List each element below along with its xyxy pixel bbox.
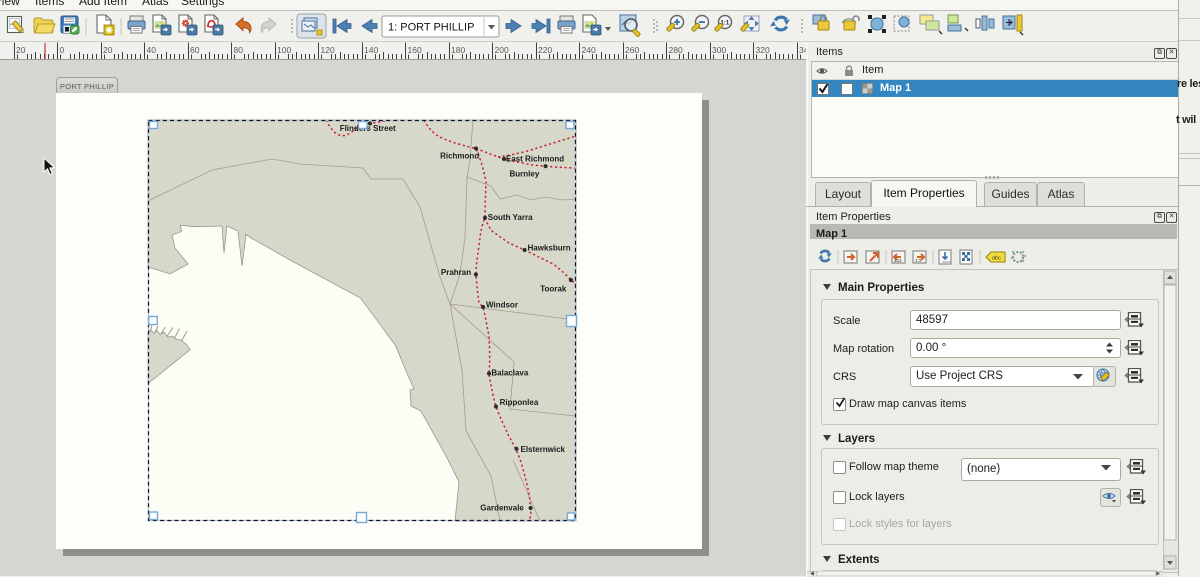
svg-text:100: 100 [277, 45, 291, 55]
svg-text:40: 40 [147, 45, 157, 55]
svg-text:123: 123 [894, 258, 902, 263]
svg-text:South Yarra: South Yarra [488, 213, 533, 222]
svg-text:180: 180 [451, 45, 465, 55]
svg-text:1: PORT PHILLIP: 1: PORT PHILLIP [388, 22, 474, 34]
svg-text:300: 300 [712, 45, 726, 55]
svg-text:Ripponlea: Ripponlea [500, 398, 539, 407]
svg-text:Toorak: Toorak [540, 285, 567, 294]
svg-text:320: 320 [756, 45, 770, 55]
svg-text:Gardenvale: Gardenvale [480, 503, 524, 512]
svg-text:Windsor: Windsor [486, 300, 518, 309]
svg-text:80: 80 [234, 45, 244, 55]
svg-text:Richmond: Richmond [440, 152, 479, 161]
svg-text:Flinders Street: Flinders Street [340, 124, 396, 133]
svg-text:240: 240 [582, 45, 596, 55]
svg-text:20: 20 [103, 45, 113, 55]
svg-text:Hawksburn: Hawksburn [528, 244, 571, 253]
svg-text:Balaclava: Balaclava [491, 369, 528, 378]
svg-text:120: 120 [321, 45, 335, 55]
svg-text:260: 260 [625, 45, 639, 55]
svg-text:0: 0 [60, 45, 65, 55]
svg-text:Burnley: Burnley [510, 170, 540, 179]
svg-text:340: 340 [799, 45, 806, 55]
svg-text:280: 280 [669, 45, 683, 55]
svg-text:160: 160 [408, 45, 422, 55]
svg-text:Prahran: Prahran [441, 268, 471, 277]
svg-text:60: 60 [190, 45, 200, 55]
svg-text:abc: abc [992, 256, 1001, 262]
svg-text:200: 200 [495, 45, 509, 55]
svg-text:20: 20 [16, 45, 26, 55]
svg-text:Elsternwick: Elsternwick [521, 445, 566, 454]
svg-text:220: 220 [538, 45, 552, 55]
svg-text:140: 140 [364, 45, 378, 55]
svg-text:East Richmond: East Richmond [506, 155, 564, 164]
svg-text:1:1: 1:1 [915, 258, 922, 263]
